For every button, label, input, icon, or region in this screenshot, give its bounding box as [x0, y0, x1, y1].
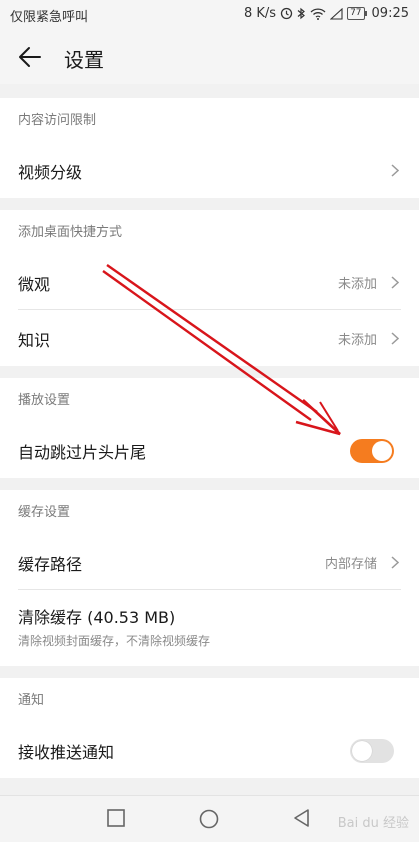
- row-label: 接收推送通知: [18, 743, 115, 762]
- row-sublabel: 清除视频封面缓存，不清除视频缓存: [18, 634, 211, 648]
- push-notification-toggle[interactable]: [350, 739, 394, 763]
- network-speed: 8 K/s: [243, 6, 277, 21]
- page-title: 设置: [64, 48, 104, 72]
- section-cache: 缓存设置 缓存路径 内部存储 清除缓存 (40.53 MB) 清除视频封面缓存，…: [0, 490, 419, 666]
- circle-icon[interactable]: [198, 808, 220, 830]
- square-icon[interactable]: [106, 808, 126, 828]
- skip-intro-outro-toggle[interactable]: [350, 439, 394, 463]
- section-playback: 播放设置 自动跳过片头片尾: [0, 378, 419, 478]
- row-label: 缓存路径: [18, 555, 83, 574]
- section-header: 添加桌面快捷方式: [18, 225, 123, 240]
- section-notification: 通知 接收推送通知: [0, 678, 419, 778]
- push-notification-row: 接收推送通知: [0, 722, 419, 778]
- weiguan-shortcut-row[interactable]: 微观 未添加: [0, 254, 419, 310]
- zhishi-shortcut-row[interactable]: 知识 未添加: [0, 310, 419, 366]
- video-rating-row[interactable]: 视频分级: [0, 142, 419, 198]
- status-bar: 仅限紧急呼叫 8 K/s 77 09:25: [0, 0, 419, 30]
- triangle-back-icon[interactable]: [292, 808, 312, 828]
- chevron-right-icon: [391, 276, 399, 289]
- section-header: 通知: [18, 693, 45, 708]
- bluetooth-icon: [297, 7, 306, 20]
- section-header: 缓存设置: [18, 505, 71, 520]
- chevron-right-icon: [391, 332, 399, 345]
- battery-icon: 77: [347, 7, 368, 20]
- row-value: 未添加: [337, 333, 377, 348]
- row-value: 未添加: [337, 277, 377, 292]
- skip-intro-outro-row: 自动跳过片头片尾: [0, 422, 419, 478]
- row-value: 内部存储: [324, 557, 377, 572]
- signal-icon: [330, 7, 343, 20]
- alarm-icon: [280, 7, 293, 20]
- row-label: 视频分级: [18, 163, 83, 182]
- chevron-right-icon: [391, 556, 399, 569]
- carrier-status-text: 仅限紧急呼叫: [10, 10, 89, 25]
- clear-cache-row[interactable]: 清除缓存 (40.53 MB) 清除视频封面缓存，不清除视频缓存: [0, 590, 419, 666]
- settings-list: 内容访问限制 视频分级 添加桌面快捷方式 微观 未添加 知识 未添加 播放设置 …: [0, 98, 419, 790]
- section-header: 内容访问限制: [18, 113, 97, 128]
- section-content-restriction: 内容访问限制 视频分级: [0, 98, 419, 198]
- section-header: 播放设置: [18, 393, 71, 408]
- wifi-icon: [310, 7, 326, 20]
- row-label: 清除缓存 (40.53 MB): [18, 608, 176, 627]
- toggle-knob: [352, 741, 372, 761]
- row-label: 微观: [18, 275, 51, 294]
- app-bar: 设置: [0, 30, 419, 84]
- cache-path-row[interactable]: 缓存路径 内部存储: [0, 534, 419, 590]
- section-desktop-shortcut: 添加桌面快捷方式 微观 未添加 知识 未添加: [0, 210, 419, 366]
- toggle-knob: [372, 441, 392, 461]
- arrow-left-icon[interactable]: [16, 43, 44, 71]
- row-label: 自动跳过片头片尾: [18, 443, 147, 462]
- status-icons: 8 K/s 77 09:25: [244, 6, 409, 21]
- row-label: 知识: [18, 331, 51, 350]
- clock: 09:25: [371, 6, 409, 21]
- chevron-right-icon: [391, 164, 399, 177]
- watermark: Bai du 经验: [337, 816, 409, 831]
